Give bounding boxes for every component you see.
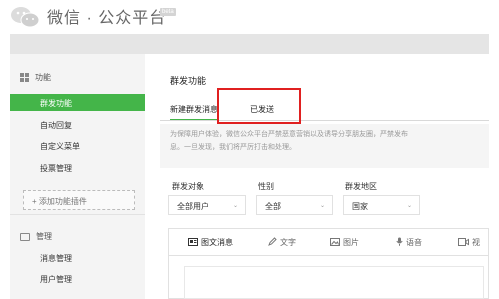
sidebar-item-messages[interactable]: 消息管理 (40, 253, 72, 264)
image-icon (330, 237, 340, 248)
news-icon (188, 237, 198, 248)
sidebar-group-label: 管理 (36, 232, 52, 241)
grid-icon (20, 73, 29, 83)
sidebar-group-manage: 管理 (20, 231, 52, 242)
sidebar-group-label: 功能 (35, 73, 51, 82)
gender-label: 性别 (258, 182, 274, 191)
tool-text[interactable]: 文字 (268, 237, 296, 248)
chevron-down-icon: ⌄ (319, 203, 325, 209)
region-select[interactable]: 国家 ⌄ (343, 195, 420, 215)
add-plugin-button[interactable]: + 添加功能插件 (23, 190, 135, 210)
chevron-down-icon: ⌄ (406, 203, 412, 209)
sidebar (10, 54, 145, 299)
notice-banner: 为保障用户体验，微信公众平台严禁恶意营销以及诱导分享朋友圈，严禁发布 息。一旦发… (160, 124, 489, 168)
chevron-down-icon: ⌄ (232, 203, 238, 209)
tool-image[interactable]: 图片 (330, 237, 359, 248)
wechat-logo-icon (11, 7, 40, 28)
target-value: 全部用户 (177, 202, 209, 211)
editor-content-area[interactable] (184, 266, 484, 299)
tool-voice[interactable]: 语音 (396, 237, 422, 248)
tool-voice-label: 语音 (406, 238, 422, 247)
gender-value: 全部 (265, 202, 281, 211)
sidebar-item-auto-reply[interactable]: 自动回复 (40, 120, 72, 131)
tool-news[interactable]: 图文消息 (188, 237, 233, 248)
pen-icon (268, 237, 277, 248)
notice-line: 为保障用户体验，微信公众平台严禁恶意营销以及诱导分享朋友圈，严禁发布 (170, 131, 408, 138)
tool-news-label: 图文消息 (201, 238, 233, 247)
highlight-box (217, 88, 301, 124)
top-header: 微信 · 公众平台 beta (0, 0, 499, 32)
region-label: 群发地区 (345, 182, 377, 191)
notice-line: 息。一旦发现，我们将严厉打击和处理。 (170, 144, 296, 151)
sidebar-item-users[interactable]: 用户管理 (40, 274, 72, 285)
tool-video[interactable]: 视 (458, 237, 480, 248)
target-label: 群发对象 (172, 182, 204, 191)
tabs-underline (160, 120, 489, 121)
tool-image-label: 图片 (343, 238, 359, 247)
microphone-icon (396, 237, 403, 248)
sidebar-item-vote[interactable]: 投票管理 (40, 163, 72, 174)
sidebar-group-function: 功能 (20, 72, 51, 83)
tab-new-mass-message[interactable]: 新建群发消息 (170, 104, 218, 121)
monitor-icon (20, 232, 30, 241)
region-value: 国家 (352, 202, 368, 211)
sidebar-item-mass-send[interactable]: 群发功能 (10, 94, 145, 111)
target-select[interactable]: 全部用户 ⌄ (168, 195, 246, 215)
top-banner (10, 34, 489, 54)
sidebar-item-custom-menu[interactable]: 自定义菜单 (40, 141, 80, 152)
gender-select[interactable]: 全部 ⌄ (256, 195, 333, 215)
editor-toolbar: 图文消息 文字 图片 语音 视 (168, 228, 489, 256)
sidebar-divider (10, 214, 145, 215)
beta-badge: beta (160, 8, 176, 16)
tool-text-label: 文字 (280, 238, 296, 247)
page-title: 群发功能 (170, 76, 207, 86)
brand-title: 微信 · 公众平台 (47, 10, 167, 27)
tool-video-label: 视 (472, 238, 480, 247)
video-icon (458, 237, 469, 248)
